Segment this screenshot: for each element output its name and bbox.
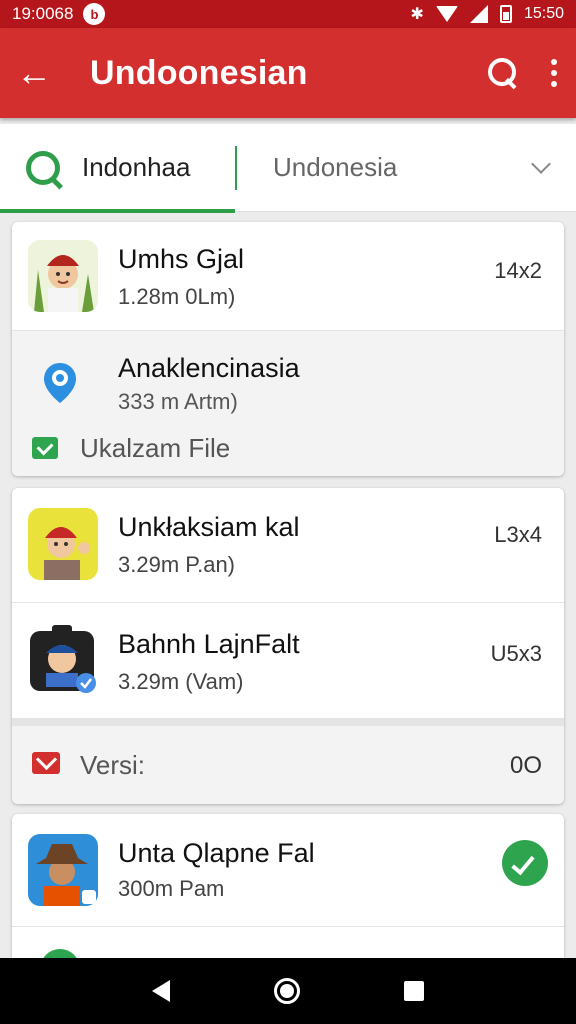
tab-active[interactable]: Indonhaa: [0, 124, 235, 213]
bluetooth-icon: ✱: [410, 6, 424, 23]
search-icon[interactable]: [486, 56, 520, 90]
avatar: [28, 240, 98, 312]
item-name: Bahnh LajnFalt: [118, 629, 300, 659]
item-name: Unta Qlapne Fal: [118, 838, 315, 868]
item-name: Umhs Gjal: [118, 244, 245, 274]
status-bar: 19:0068 b ✱ 15:50: [0, 0, 576, 28]
item-name: Anaklencinasia: [118, 353, 300, 383]
mail-icon: [32, 752, 60, 774]
item-meta: 14x2: [494, 258, 542, 283]
item-meta: L3x4: [494, 522, 542, 547]
avatar: [28, 834, 98, 906]
item-meta: U5x3: [490, 641, 542, 666]
tab-bar: Indonhaa Undonesia: [0, 124, 576, 213]
notification-icon: b: [83, 3, 106, 25]
item-subtitle: 3.29m (Vam): [118, 669, 244, 694]
signal-icon: [469, 5, 488, 23]
item-subtitle: 300m Pam: [118, 876, 225, 901]
card-footer[interactable]: Versi: 0O: [12, 718, 564, 804]
page-title: Undoonesian: [90, 53, 308, 92]
tab-active-label: Indonhaa: [82, 152, 191, 182]
check-box-icon[interactable]: [32, 437, 58, 459]
item-name: Unkłaksiam kal: [118, 512, 300, 542]
more-vert-icon[interactable]: [548, 56, 560, 90]
nav-home-icon[interactable]: [274, 978, 300, 1004]
app-bar-actions: [486, 56, 560, 90]
wifi-icon: [435, 6, 458, 22]
app-bar: ← Undoonesian: [0, 28, 576, 118]
status-time: 19:0068: [12, 4, 74, 23]
done-check-icon[interactable]: [502, 840, 548, 886]
nav-back-icon[interactable]: [152, 980, 170, 1002]
list-item[interactable]: Anaklencinasia 333 m Artm) Ukalzam File: [12, 330, 564, 476]
location-pin-icon: [42, 361, 78, 403]
list-item[interactable]: Umhs Gjal 1.28m 0Lm) 14x2: [12, 222, 564, 330]
system-nav-bar: [0, 958, 576, 1024]
item-subtitle: 333 m Artm): [118, 389, 238, 414]
back-arrow-icon[interactable]: ←: [16, 55, 66, 91]
file-group-card: Unkłaksiam kal 3.29m P.an) L3x4 Bahnh La…: [12, 488, 564, 804]
q-logo-icon: [26, 150, 60, 185]
list-item[interactable]: Unkłaksiam kal 3.29m P.an) L3x4: [12, 488, 564, 602]
item-subtitle: 1.28m 0Lm): [118, 284, 236, 309]
status-clock: 15:50: [523, 5, 564, 22]
file-group-card: Umhs Gjal 1.28m 0Lm) 14x2 Anaklencinasia…: [12, 222, 564, 476]
card-footer-label: Versi:: [80, 750, 146, 780]
battery-icon: [499, 5, 512, 23]
list-item[interactable]: Unta Qlapne Fal 300m Pam: [12, 814, 564, 926]
card-footer-label: Ukalzam File: [80, 433, 231, 463]
file-group-card: Unta Qlapne Fal 300m Pam: [12, 814, 564, 974]
chevron-down-icon: [531, 153, 551, 174]
item-subtitle: 3.29m P.an): [118, 552, 236, 577]
language-select-value: Undonesia: [273, 152, 398, 182]
language-select[interactable]: Undonesia: [237, 124, 576, 212]
card-footer-meta: 0O: [509, 752, 542, 779]
list-item[interactable]: Bahnh LajnFalt 3.29m (Vam) U5x3: [12, 602, 564, 718]
avatar: [28, 508, 98, 580]
nav-recents-icon[interactable]: [404, 981, 424, 1001]
avatar: [28, 623, 98, 695]
status-icons: ✱ 15:50: [411, 4, 564, 24]
